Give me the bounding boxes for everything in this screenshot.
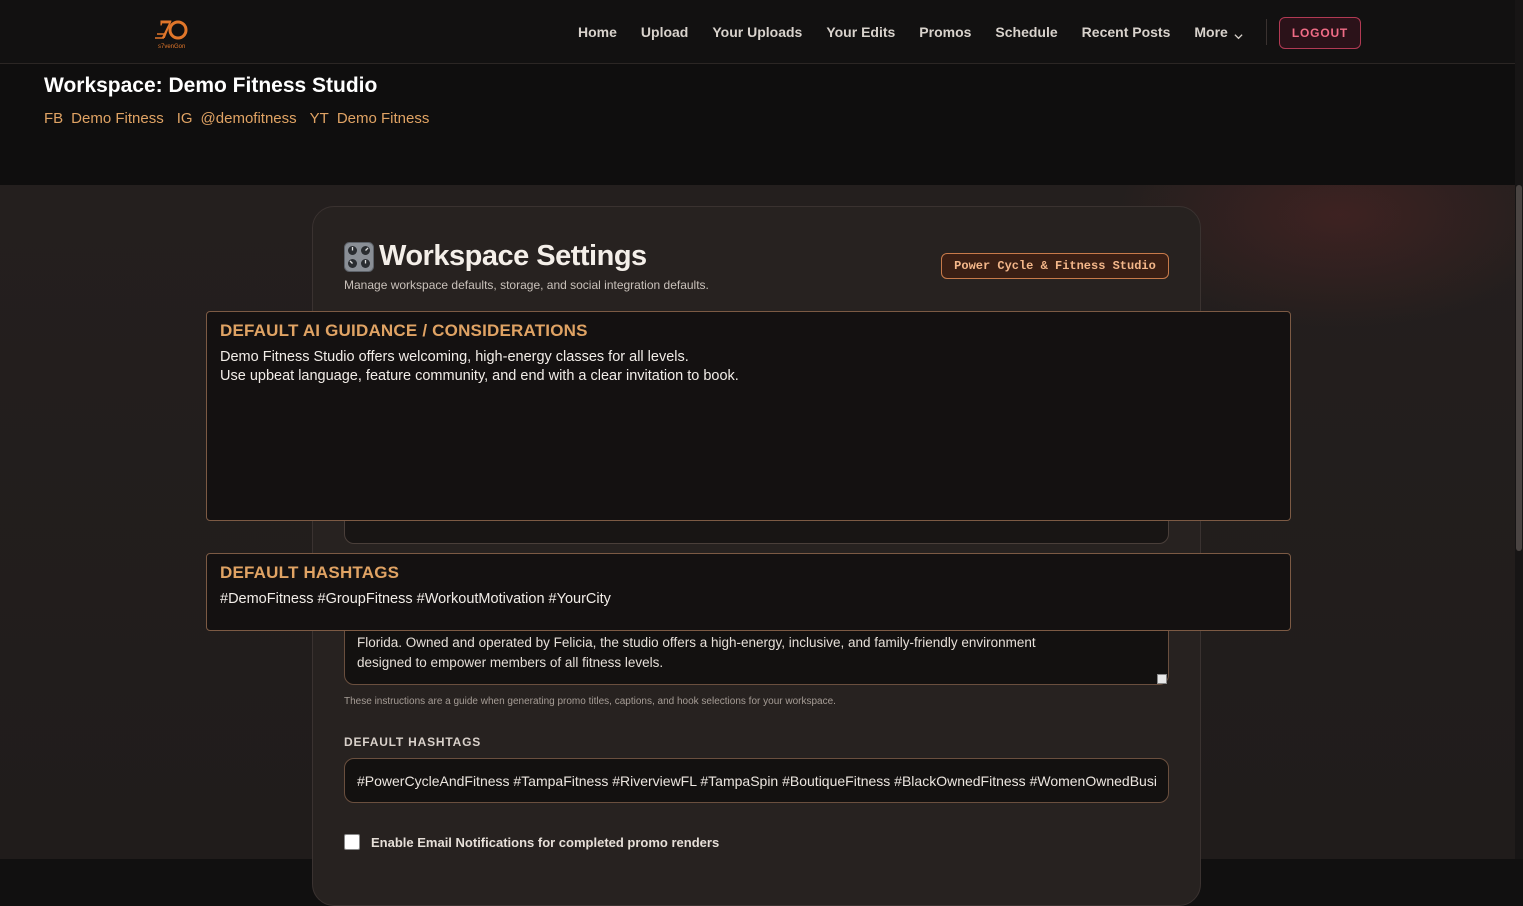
- nav-upload[interactable]: Upload: [641, 24, 688, 40]
- workspace-title: Workspace: Demo Fitness Studio: [44, 74, 378, 97]
- workspace-header: Workspace: Demo Fitness Studio FB Demo F…: [0, 64, 1515, 185]
- ai-guidance-text: Demo Fitness Studio offers welcoming, hi…: [220, 348, 739, 386]
- page-scrollbar-thumb[interactable]: [1516, 185, 1522, 551]
- guidance-line-1: Florida. Owned and operated by Felicia, …: [357, 635, 1036, 650]
- nav-divider: [1266, 19, 1267, 45]
- nav-schedule[interactable]: Schedule: [995, 24, 1057, 40]
- nav-more-label: More: [1194, 24, 1228, 40]
- nav-links: Home Upload Your Uploads Your Edits Prom…: [566, 0, 1255, 64]
- control-knobs-icon: [344, 241, 374, 272]
- workspace-socials: FB Demo Fitness IG @demofitness YT Demo …: [44, 110, 442, 127]
- guidance-line-2: designed to empower members of all fitne…: [357, 655, 664, 670]
- email-notifications-row: Enable Email Notifications for completed…: [344, 834, 719, 850]
- ai-guidance-line-2: Use upbeat language, feature community, …: [220, 368, 739, 384]
- settings-title: Workspace Settings: [379, 240, 647, 272]
- logout-button[interactable]: LOGOUT: [1279, 17, 1361, 49]
- instagram-tag: IG: [176, 110, 193, 127]
- ai-guidance-line-1: Demo Fitness Studio offers welcoming, hi…: [220, 349, 689, 365]
- brand-logo[interactable]: 7 s7venGon: [155, 12, 193, 50]
- youtube-handle-link[interactable]: Demo Fitness: [337, 110, 430, 127]
- nav-your-uploads[interactable]: Your Uploads: [712, 24, 802, 40]
- resize-handle-icon[interactable]: [1157, 674, 1167, 684]
- top-navbar: 7 s7venGon Home Upload Your Uploads Your…: [0, 0, 1515, 64]
- youtube-tag: YT: [309, 110, 329, 127]
- hashtags-overlay: DEFAULT HASHTAGS #DemoFitness #GroupFitn…: [206, 553, 1291, 631]
- nav-recent-posts[interactable]: Recent Posts: [1082, 24, 1171, 40]
- email-notifications-label[interactable]: Enable Email Notifications for completed…: [371, 835, 719, 850]
- studio-badge: Power Cycle & Fitness Studio: [941, 253, 1169, 279]
- svg-text:s7venGon: s7venGon: [158, 44, 185, 50]
- instagram-handle-link[interactable]: @demofitness: [201, 110, 297, 127]
- ai-guidance-overlay: DEFAULT AI GUIDANCE / CONSIDERATIONS Dem…: [206, 311, 1291, 521]
- settings-title-row: Workspace Settings: [344, 240, 647, 273]
- chevron-down-icon: [1234, 28, 1243, 39]
- nav-your-edits[interactable]: Your Edits: [826, 24, 895, 40]
- hashtags-label: DEFAULT HASHTAGS: [344, 735, 482, 749]
- hashtags-input[interactable]: [344, 758, 1169, 803]
- settings-subtitle: Manage workspace defaults, storage, and …: [344, 278, 709, 292]
- nav-home[interactable]: Home: [578, 24, 617, 40]
- nav-promos[interactable]: Promos: [919, 24, 971, 40]
- hashtags-overlay-text: #DemoFitness #GroupFitness #WorkoutMotiv…: [220, 591, 611, 607]
- hashtags-overlay-heading: DEFAULT HASHTAGS: [220, 563, 400, 582]
- ai-guidance-heading: DEFAULT AI GUIDANCE / CONSIDERATIONS: [220, 321, 588, 340]
- facebook-handle-link[interactable]: Demo Fitness: [71, 110, 164, 127]
- email-notifications-checkbox[interactable]: [344, 834, 360, 850]
- facebook-tag: FB: [44, 110, 64, 127]
- guidance-helper-text: These instructions are a guide when gene…: [344, 696, 836, 707]
- nav-more-dropdown[interactable]: More: [1194, 24, 1243, 40]
